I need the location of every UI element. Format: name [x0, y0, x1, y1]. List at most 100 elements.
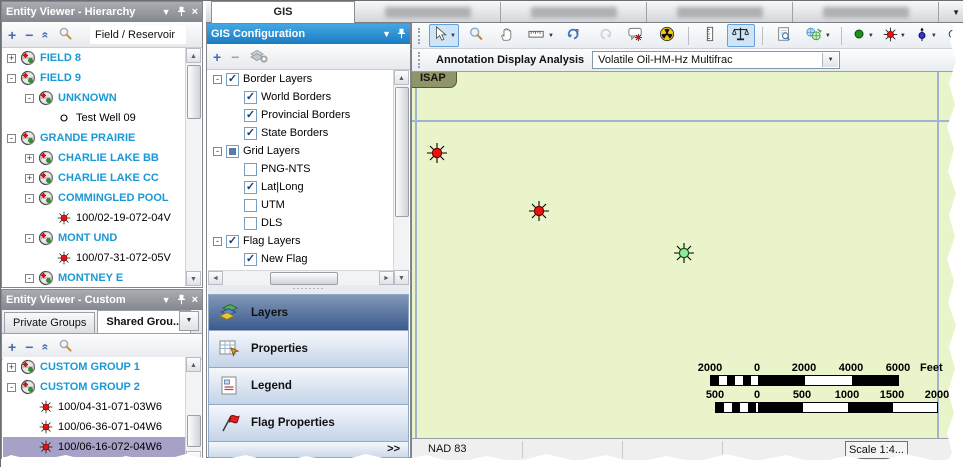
expander-minus-icon[interactable]: - [25, 94, 34, 103]
tree-item-label[interactable]: MONT UND [58, 232, 117, 244]
toolbar-grip[interactable] [418, 52, 424, 68]
tree-item[interactable]: 100/06-16-072-04W6 [3, 437, 186, 457]
layer-label[interactable]: New Flag [261, 253, 307, 265]
expander-minus-icon[interactable]: - [25, 274, 34, 283]
field-reservoir-filter[interactable]: Field / Reservoir [90, 25, 186, 44]
layer-label[interactable]: PNG-NTS [261, 163, 311, 175]
toolbar-grip[interactable] [418, 28, 420, 44]
dropdown-caret-icon[interactable]: ▼ [931, 33, 937, 39]
well-callout-button[interactable] [622, 24, 650, 47]
tree-item[interactable]: -UNKNOWN [3, 88, 186, 108]
scroll-down-icon[interactable]: ▼ [394, 270, 409, 285]
layer-tree-item[interactable]: PNG-NTS [208, 160, 394, 178]
scroll-thumb[interactable] [187, 65, 201, 119]
scroll-thumb[interactable] [395, 87, 409, 217]
select-tool-button[interactable]: ▼ [429, 24, 459, 47]
dropdown-caret-icon[interactable]: ▼ [548, 33, 554, 39]
checkbox-on[interactable]: ✓ [244, 91, 257, 104]
symbol-red-star-button[interactable]: ▼ [880, 24, 909, 47]
tree-item[interactable]: - CUSTOM GROUP 2 [3, 377, 186, 397]
scroll-down-icon[interactable]: ▼ [186, 271, 201, 286]
layers-scrollbar[interactable]: ▲ ▼ [393, 70, 409, 285]
dropdown-caret-icon[interactable]: ▼ [450, 33, 456, 39]
tab-overflow-icon[interactable]: ▼ [952, 8, 960, 17]
tree-item-label[interactable]: 100/07-31-072-05V [76, 252, 171, 264]
tree-item[interactable]: -MONT UND [3, 228, 186, 248]
hierarchy-scrollbar[interactable]: ▲ ▼ [185, 48, 201, 286]
expander-plus-icon[interactable]: + [7, 363, 16, 372]
expander-minus-icon[interactable]: - [213, 75, 222, 84]
accordion-more-button[interactable]: >> [208, 442, 409, 458]
tree-item[interactable]: Test Well 09 [3, 108, 186, 128]
layer-tree-item[interactable]: ✓ Provincial Borders [208, 106, 394, 124]
expander-minus-icon[interactable]: - [213, 237, 222, 246]
layer-tree-item[interactable]: ✓Lat|Long [208, 178, 394, 196]
tree-item[interactable]: +CHARLIE LAKE BB [3, 148, 186, 168]
tab-private-groups[interactable]: Private Groups [4, 312, 95, 333]
search-icon[interactable] [58, 26, 73, 44]
layer-tree-item[interactable]: -✓Border Layers [208, 70, 394, 88]
expander-plus-icon[interactable]: + [25, 154, 34, 163]
layer-label[interactable]: Provincial Borders [261, 109, 350, 121]
tree-item[interactable]: +CUSTOM GROUP 1 [3, 357, 186, 377]
scroll-up-icon[interactable]: ▲ [394, 70, 409, 85]
collapse-all-icon[interactable]: « [39, 343, 53, 350]
well-symbol-red[interactable] [426, 142, 448, 164]
combobox-dropdown-icon[interactable]: ▼ [822, 53, 838, 67]
tree-item-label[interactable]: Test Well 09 [76, 112, 136, 124]
close-icon[interactable]: × [192, 295, 198, 305]
custom-scrollbar[interactable]: ▲ ▼ [185, 357, 201, 466]
tab-list-dropdown-icon[interactable]: ▼ [179, 311, 199, 331]
pin-icon[interactable] [177, 294, 186, 307]
well-symbol-red[interactable] [528, 200, 550, 222]
layer-label[interactable]: State Borders [261, 127, 328, 139]
tree-item-label[interactable]: CUSTOM GROUP 2 [40, 381, 140, 393]
scale-tool-button[interactable] [727, 24, 755, 47]
radioactive-wells-button[interactable] [653, 24, 681, 47]
redo-button[interactable] [591, 24, 619, 47]
dropdown-caret-icon[interactable]: ▼ [900, 33, 906, 39]
scroll-right-icon[interactable]: ► [379, 271, 394, 285]
layer-label[interactable]: UTM [261, 199, 285, 211]
expander-minus-icon[interactable]: - [213, 147, 222, 156]
print-preview-button[interactable] [770, 24, 798, 47]
pin-icon[interactable] [177, 6, 186, 19]
expander-plus-icon[interactable]: + [7, 54, 16, 63]
tree-item[interactable]: -COMMINGLED POOL [3, 188, 186, 208]
scroll-left-icon[interactable]: ◄ [208, 271, 223, 285]
checkbox-off[interactable] [244, 217, 257, 230]
chevron-down-icon[interactable]: ▼ [162, 295, 171, 305]
expander-minus-icon[interactable]: - [7, 383, 16, 392]
layer-tree-item[interactable]: -Grid Layers [208, 142, 394, 160]
layer-tree-item[interactable]: ✓ New Flag [208, 250, 394, 268]
undo-button[interactable]: ? [560, 24, 588, 47]
pan-tool-button[interactable] [493, 24, 521, 47]
checkbox-on[interactable]: ✓ [244, 253, 257, 266]
expander-plus-icon[interactable]: + [25, 174, 34, 183]
tab-hidden[interactable] [502, 2, 647, 22]
tree-item[interactable]: -MONTNEY E [3, 268, 186, 286]
tab-shared-grou-[interactable]: Shared Grou... [97, 310, 191, 333]
chevron-down-icon[interactable]: ▼ [162, 7, 171, 17]
vertical-ruler-button[interactable] [696, 24, 724, 47]
tree-item[interactable]: +CHARLIE LAKE CC [3, 168, 186, 188]
collapse-all-icon[interactable]: « [39, 31, 53, 38]
scroll-thumb[interactable] [187, 415, 201, 447]
tree-item-label[interactable]: COMMINGLED POOL [58, 192, 169, 204]
layer-tree-item[interactable]: -✓Flag Layers [208, 232, 394, 250]
layer-tree-item[interactable]: ✓ World Borders [208, 88, 394, 106]
layer-label[interactable]: DLS [261, 217, 282, 229]
checkbox-on[interactable]: ✓ [244, 109, 257, 122]
tree-item[interactable]: + FIELD 8 [3, 48, 186, 68]
tree-item-label[interactable]: 100/06-36-071-04W6 [58, 421, 162, 433]
tree-item-label[interactable]: FIELD 8 [40, 52, 81, 64]
accordion-legend[interactable]: Legend [208, 368, 409, 405]
chevron-down-icon[interactable]: ▼ [382, 29, 391, 39]
symbol-green-dot-button[interactable]: ▼ [849, 24, 877, 47]
expander-minus-icon[interactable]: - [7, 134, 16, 143]
close-icon[interactable]: × [192, 7, 198, 17]
checkbox-on[interactable]: ✓ [244, 127, 257, 140]
remove-button[interactable]: − [25, 340, 33, 354]
layer-label[interactable]: World Borders [261, 91, 331, 103]
remove-button[interactable]: − [25, 28, 33, 42]
